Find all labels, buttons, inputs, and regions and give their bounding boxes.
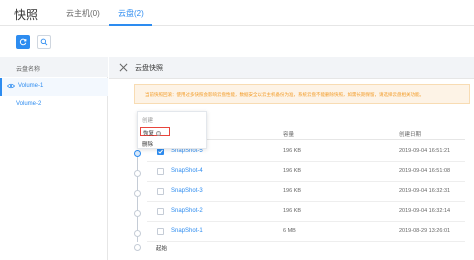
timeline-node <box>134 230 141 237</box>
timeline-node <box>134 170 141 177</box>
check-icon <box>158 149 163 154</box>
volume-item-label: Volume-2 <box>16 101 42 107</box>
active-tab-indicator <box>109 24 152 26</box>
timeline-node <box>134 210 141 217</box>
snapshot-date: 2019-09-04 16:51:21 <box>399 148 451 154</box>
timeline-node-origin <box>134 244 141 251</box>
snapshot-date: 2019-09-04 16:32:31 <box>399 188 451 194</box>
volume-item-2[interactable]: Volume-2 <box>0 96 108 114</box>
menu-item-delete[interactable]: 删除 <box>142 140 153 148</box>
panel-title: 云盘快照 <box>135 65 163 72</box>
snapshot-name-link[interactable]: SnapShot-4 <box>171 168 203 174</box>
timeline-node-current <box>134 150 141 157</box>
snapshot-name-link[interactable]: SnapShot-1 <box>171 228 203 234</box>
column-header-size: 容量 <box>283 132 295 138</box>
timeline-origin-label: 起始 <box>156 246 168 252</box>
snapshot-size: 196 KB <box>283 148 302 154</box>
volume-name-column-header: 云盘名称 <box>0 57 108 77</box>
menu-item-restore-label: 恢复 <box>143 131 155 137</box>
snapshot-size: 196 KB <box>283 168 302 174</box>
top-header: 快照 云主机(0) 云盘(2) <box>0 0 474 26</box>
close-icon[interactable] <box>119 63 128 72</box>
page-title: 快照 <box>14 8 39 22</box>
volume-item-label: Volume-1 <box>18 83 44 89</box>
snapshot-date: 2019-09-04 16:51:08 <box>399 168 451 174</box>
table-row[interactable]: SnapShot-1 6 MB 2019-08-29 13:26:01 <box>147 222 465 242</box>
refresh-button[interactable] <box>16 35 30 49</box>
row-checkbox[interactable] <box>157 148 164 155</box>
volume-item-1[interactable]: Volume-1 <box>0 78 108 96</box>
snapshot-date: 2019-08-29 13:26:01 <box>399 228 451 234</box>
row-checkbox[interactable] <box>157 168 164 175</box>
snapshot-action-menu: 创建 恢复? 删除 <box>137 111 207 149</box>
refresh-icon <box>19 38 27 46</box>
timeline-node <box>134 190 141 197</box>
snapshot-date: 2019-09-04 16:32:14 <box>399 208 451 214</box>
table-row[interactable]: SnapShot-3 196 KB 2019-09-04 16:32:31 <box>147 182 465 202</box>
eye-icon <box>7 83 15 89</box>
column-header-date: 创建日期 <box>399 132 422 138</box>
warning-banner: 当前快照回滚：使用过多快照会影响云盘性能，数据安全以云主机备份为准，系统云盘不能… <box>134 84 470 104</box>
menu-item-create[interactable]: 创建 <box>142 116 153 124</box>
snapshot-size: 196 KB <box>283 188 302 194</box>
snapshot-name-link[interactable]: SnapShot-2 <box>171 208 203 214</box>
table-row[interactable]: SnapShot-4 196 KB 2019-09-04 16:51:08 <box>147 162 465 182</box>
snapshot-panel-header: 云盘快照 <box>109 57 474 79</box>
table-row[interactable]: SnapShot-2 196 KB 2019-09-04 16:32:14 <box>147 202 465 222</box>
row-checkbox[interactable] <box>157 188 164 195</box>
row-checkbox[interactable] <box>157 208 164 215</box>
snapshot-size: 6 MB <box>283 228 296 234</box>
snapshot-name-link[interactable]: SnapShot-3 <box>171 188 203 194</box>
snapshot-size: 196 KB <box>283 208 302 214</box>
tab-instances[interactable]: 云主机(0) <box>66 8 100 19</box>
menu-item-restore[interactable]: 恢复? <box>140 127 170 137</box>
help-icon: ? <box>156 131 162 137</box>
search-button[interactable] <box>37 35 51 49</box>
volume-list-panel: 云盘名称 Volume-1 Volume-2 <box>0 57 108 260</box>
tab-volumes[interactable]: 云盘(2) <box>118 8 144 19</box>
row-checkbox[interactable] <box>157 228 164 235</box>
search-icon <box>40 38 48 46</box>
